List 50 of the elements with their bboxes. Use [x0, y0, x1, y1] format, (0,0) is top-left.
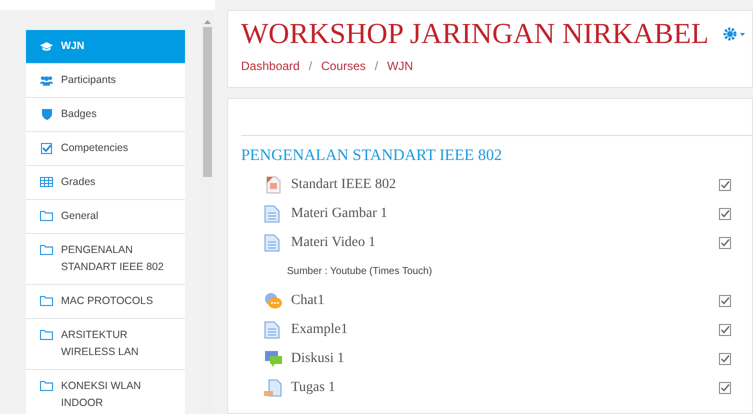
completed-checkbox[interactable]: [719, 178, 731, 190]
folder-icon: [40, 381, 53, 391]
folder-icon: [40, 330, 53, 340]
breadcrumb-separator: /: [374, 58, 378, 75]
page-icon: [264, 320, 280, 338]
checkbox-icon: [41, 143, 52, 154]
completed-checkbox[interactable]: [719, 208, 731, 220]
section-title: PENGENALAN STANDART IEEE 802: [241, 146, 503, 166]
folder-icon: [40, 245, 53, 255]
sidebar-item[interactable]: Badges: [26, 98, 185, 132]
presentation-file-icon: [264, 176, 282, 194]
activity-link[interactable]: Tugas 1: [291, 377, 336, 398]
settings-icon[interactable]: [722, 27, 745, 41]
activity-link[interactable]: Materi Video 1: [291, 232, 376, 253]
sidebar-item[interactable]: Participants: [26, 64, 185, 98]
completed-checkbox[interactable]: [719, 294, 731, 306]
breadcrumb-link[interactable]: WJN: [387, 57, 414, 75]
shield-icon: [42, 109, 52, 120]
activity-link[interactable]: Chat1: [291, 290, 324, 311]
table-icon: [40, 177, 53, 187]
sidebar-item[interactable]: MAC PROTOCOLS: [26, 285, 185, 319]
assignment-icon: [264, 378, 282, 396]
completed-checkbox[interactable]: [719, 352, 731, 364]
activity-link[interactable]: Diskusi 1: [291, 348, 344, 369]
completed-checkbox[interactable]: [719, 382, 731, 394]
sidebar-item[interactable]: KONEKSI WLAN INDOOR: [26, 370, 185, 414]
sidebar-item[interactable]: ARSITEKTUR WIRELESS LAN: [26, 319, 185, 370]
sidebar-item[interactable]: Competencies: [26, 132, 185, 166]
activity-description: Sumber : Youtube (Times Touch): [286, 265, 434, 279]
activity-link[interactable]: Materi Gambar 1: [291, 203, 388, 224]
page-icon: [264, 234, 280, 252]
sidebar-item[interactable]: General: [26, 200, 185, 234]
sidebar-item[interactable]: Grades: [26, 166, 185, 200]
course-title: WORKSHOP JARINGAN NIRKABEL: [241, 17, 709, 51]
scrollbar-thumb[interactable]: [203, 27, 212, 177]
graduation-cap-icon: [40, 41, 53, 53]
page-icon: [264, 204, 280, 222]
folder-icon: [40, 296, 53, 306]
users-icon: [40, 75, 53, 86]
breadcrumb-separator: /: [308, 58, 312, 75]
sidebar-item[interactable]: PENGENALAN STANDART IEEE 802: [26, 234, 185, 285]
completed-checkbox[interactable]: [719, 324, 731, 336]
folder-icon: [40, 211, 53, 221]
activity-link[interactable]: Standart IEEE 802: [291, 174, 396, 195]
chat-bubbles-icon: [264, 292, 283, 310]
completed-checkbox[interactable]: [719, 236, 731, 248]
breadcrumb-link[interactable]: Dashboard: [241, 57, 300, 75]
breadcrumb-link[interactable]: Courses: [321, 57, 366, 75]
forum-icon: [264, 350, 283, 368]
activity-link[interactable]: Example1: [291, 319, 348, 340]
